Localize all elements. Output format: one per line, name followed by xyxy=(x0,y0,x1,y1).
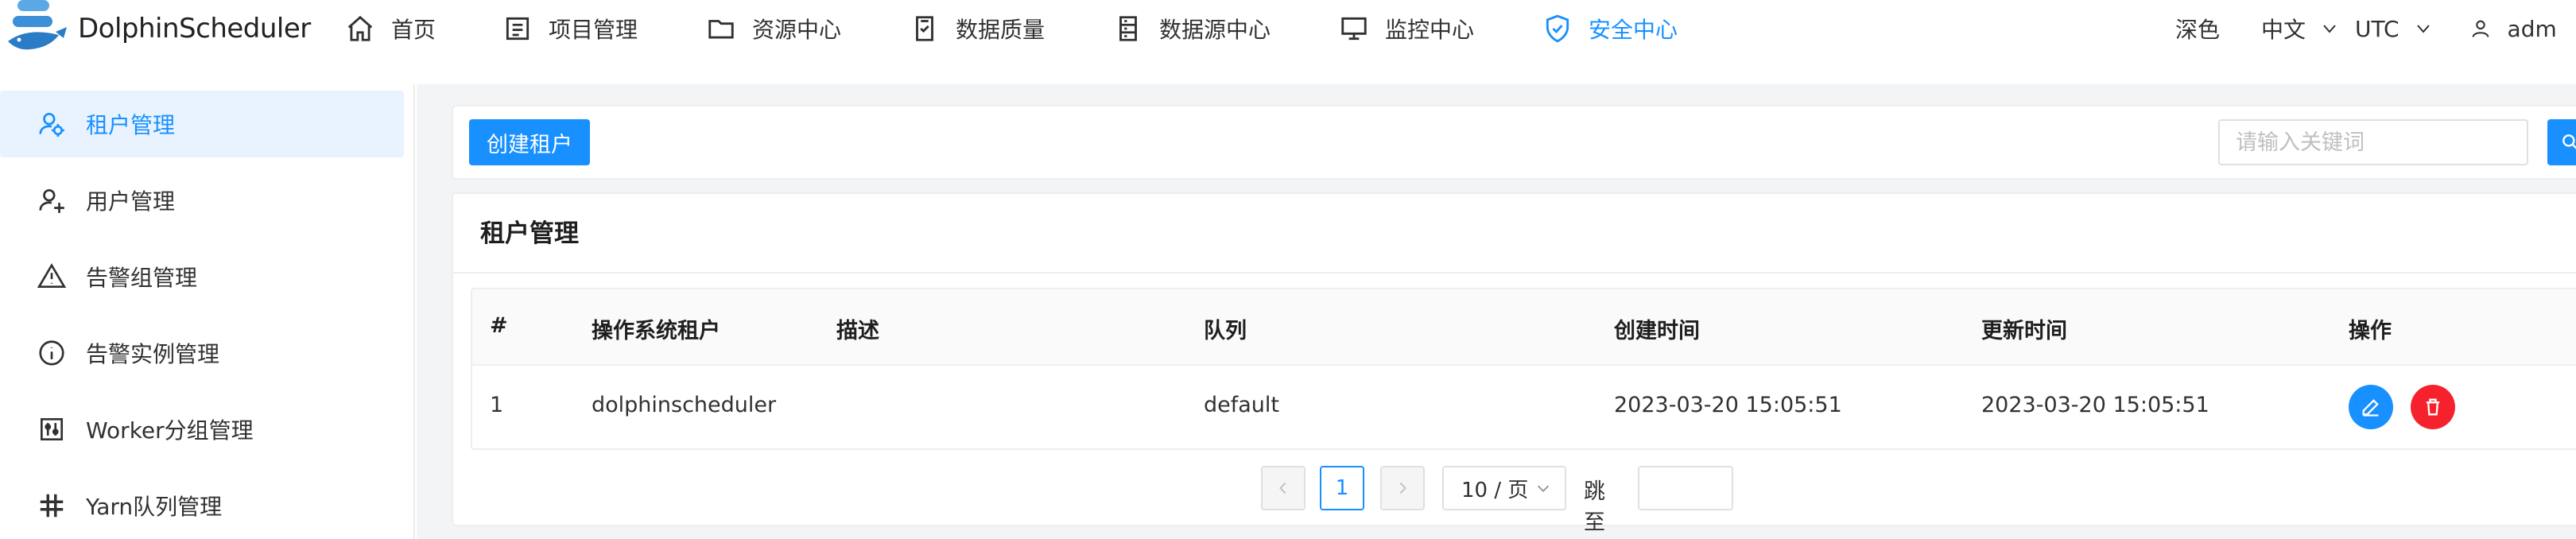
nav-item-home[interactable]: 首页 xyxy=(345,0,436,57)
prev-page-button[interactable] xyxy=(1261,466,1305,510)
sidebar-item-label: 告警组管理 xyxy=(86,265,198,291)
delete-button[interactable] xyxy=(2411,385,2455,429)
cell-index: 1 xyxy=(490,393,504,417)
tenant-icon xyxy=(39,112,64,137)
project-icon xyxy=(506,17,530,41)
worker-group-icon xyxy=(40,417,64,441)
app-name: DolphinScheduler xyxy=(78,13,311,45)
table-row: 1 dolphinscheduler default 2023-03-20 15… xyxy=(472,366,2576,448)
sidebar-item-label: 租户管理 xyxy=(86,112,176,138)
sidebar-item-label: Worker分组管理 xyxy=(86,417,254,444)
user-icon xyxy=(39,188,64,213)
yarn-queue-icon xyxy=(40,494,64,518)
nav-item-datasource[interactable]: 数据源中心 xyxy=(1113,0,1271,57)
timezone-select[interactable]: UTC xyxy=(2355,16,2433,42)
sidebar-item-alarm-instance[interactable]: 告警实例管理 xyxy=(0,320,404,386)
sidebar-item-user[interactable]: 用户管理 xyxy=(0,167,404,234)
column-header-updated: 更新时间 xyxy=(1981,319,2067,343)
cell-updated-time: 2023-03-20 15:05:51 xyxy=(1981,393,2209,417)
warning-icon xyxy=(37,263,67,289)
sidebar-item-tenant[interactable]: 租户管理 xyxy=(0,91,404,157)
home-icon xyxy=(347,15,373,41)
cell-created-time: 2023-03-20 15:05:51 xyxy=(1614,393,1842,417)
page-size-label: 10 / 页 xyxy=(1461,478,1529,502)
header-right: 深色 中文 UTC adm xyxy=(2175,0,2557,57)
nav-label: 监控中心 xyxy=(1385,17,1475,43)
sidebar-item-yarn-queue[interactable]: Yarn队列管理 xyxy=(0,472,404,539)
tenant-table-card: 租户管理 # 操作系统租户 描述 队列 创建时间 更新时间 操作 1 dolph… xyxy=(452,192,2576,535)
chevron-down-icon xyxy=(2416,25,2430,33)
datasource-icon xyxy=(1119,16,1137,41)
cell-queue: default xyxy=(1204,393,1280,417)
timezone-label: UTC xyxy=(2355,15,2399,42)
quality-icon xyxy=(916,16,933,41)
nav-item-monitor[interactable]: 监控中心 xyxy=(1339,0,1474,57)
nav-label: 首页 xyxy=(391,17,436,43)
top-header: DolphinScheduler 首页 项目管理 资源中心 数据质量 数据源中心… xyxy=(0,0,2576,57)
chevron-left-icon xyxy=(1279,482,1286,494)
language-select[interactable]: 中文 xyxy=(2261,13,2339,45)
jump-label: 跳至 xyxy=(1584,479,1605,535)
next-page-button[interactable] xyxy=(1380,466,1425,510)
nav-label: 数据质量 xyxy=(956,17,1046,43)
nav-label: 安全中心 xyxy=(1589,17,1678,43)
main-content: 创建租户 租户管理 # 操作系统租户 描述 队列 创建时间 更新时间 操作 1 … xyxy=(417,84,2576,539)
card-title: 租户管理 xyxy=(480,219,579,248)
sidebar: 租户管理 用户管理 告警组管理 告警实例管理 Worker分组管理 Yarn队列… xyxy=(0,84,415,539)
nav-item-project[interactable]: 项目管理 xyxy=(502,0,638,57)
column-header-queue: 队列 xyxy=(1204,319,1247,343)
user-menu[interactable]: adm xyxy=(2469,16,2557,42)
chevron-right-icon xyxy=(1399,482,1406,494)
divider xyxy=(453,272,2576,273)
chevron-down-icon xyxy=(1538,485,1550,492)
nav-label: 资源中心 xyxy=(752,17,842,43)
jump-page-input[interactable] xyxy=(1638,466,1733,510)
dolphin-logo-icon xyxy=(8,0,67,50)
search-input[interactable] xyxy=(2218,119,2528,165)
logo[interactable]: DolphinScheduler xyxy=(3,0,337,57)
sidebar-item-worker-group[interactable]: Worker分组管理 xyxy=(0,396,404,463)
language-label: 中文 xyxy=(2261,17,2306,43)
sidebar-item-label: 告警实例管理 xyxy=(86,341,220,367)
sidebar-item-label: 用户管理 xyxy=(86,188,176,215)
column-header-description: 描述 xyxy=(836,319,879,343)
sidebar-item-label: Yarn队列管理 xyxy=(86,494,223,520)
edit-button[interactable] xyxy=(2349,385,2393,429)
nav-item-quality[interactable]: 数据质量 xyxy=(910,0,1045,57)
column-header-created: 创建时间 xyxy=(1614,319,1700,343)
nav-label: 数据源中心 xyxy=(1159,17,1271,43)
nav-item-resource[interactable]: 资源中心 xyxy=(706,0,841,57)
info-icon xyxy=(39,340,64,366)
edit-icon xyxy=(2362,399,2379,417)
folder-icon xyxy=(708,20,734,39)
page-size-select[interactable]: 10 / 页 xyxy=(1442,466,1566,510)
column-header-actions: 操作 xyxy=(2349,319,2392,343)
cell-tenant: dolphinscheduler xyxy=(592,393,777,417)
page-button-current[interactable]: 1 xyxy=(1320,466,1364,510)
table-header: # 操作系统租户 描述 队列 创建时间 更新时间 操作 xyxy=(472,289,2576,366)
create-tenant-button[interactable]: 创建租户 xyxy=(469,119,590,165)
theme-toggle[interactable]: 深色 xyxy=(2175,13,2220,45)
search-icon xyxy=(2562,134,2576,149)
user-icon xyxy=(2472,20,2489,37)
chevron-down-icon xyxy=(2323,25,2336,33)
user-name: adm xyxy=(2507,15,2557,42)
column-header-index: # xyxy=(490,313,508,338)
sidebar-item-alarm-group[interactable]: 告警组管理 xyxy=(0,243,404,310)
tenant-table: # 操作系统租户 描述 队列 创建时间 更新时间 操作 1 dolphinsch… xyxy=(471,288,2576,450)
column-header-tenant: 操作系统租户 xyxy=(592,319,720,343)
nav-item-security[interactable]: 安全中心 xyxy=(1542,0,1678,57)
nav-label: 项目管理 xyxy=(549,17,638,43)
shield-icon xyxy=(1546,14,1569,43)
monitor-icon xyxy=(1341,17,1367,41)
search-button[interactable] xyxy=(2547,119,2576,165)
trash-icon xyxy=(2426,398,2440,416)
